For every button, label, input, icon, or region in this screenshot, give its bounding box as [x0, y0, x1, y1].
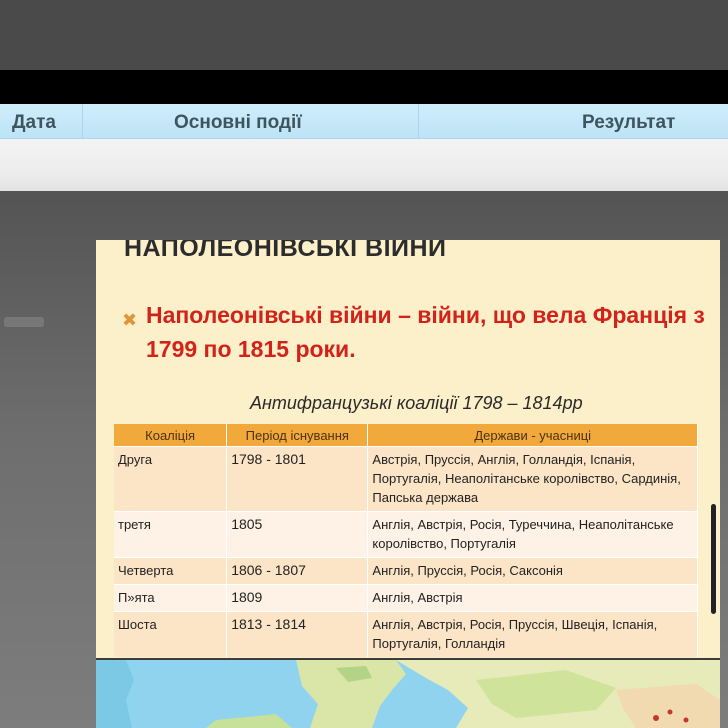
cell-coalition: третя: [114, 511, 228, 558]
table-row: Четверта 1806 - 1807 Англія, Пруссія, Ро…: [114, 557, 698, 585]
table-row: третя 1805 Англія, Австрія, Росія, Туреч…: [114, 511, 698, 558]
cell-states: Англія, Австрія, Росія, Туреччина, Неапо…: [367, 511, 698, 558]
header-main-events: Основні події: [174, 112, 302, 133]
column-header-period: Період існування: [226, 424, 369, 447]
table-row: Шоста 1813 - 1814 Англія, Австрія, Росія…: [114, 611, 698, 657]
cell-period: 1809: [226, 584, 369, 612]
top-gray-bar: [0, 0, 728, 70]
column-header-states: Держави - учасниці: [367, 424, 698, 447]
map-graphic: [96, 660, 720, 728]
cell-states: Англія, Австрія, Росія, Пруссія, Швеція,…: [367, 611, 698, 657]
table-row: П»ята 1809 Англія, Австрія: [114, 584, 698, 612]
cell-coalition: П»ята: [114, 584, 228, 612]
cell-states: Англія, Пруссія, Росія, Саксонія: [367, 557, 698, 585]
cell-coalition: Друга: [114, 446, 228, 512]
background-table-row: [0, 139, 728, 327]
europe-map-image: [96, 660, 720, 728]
cell-coalition: Шоста: [114, 611, 228, 657]
slide-bullet-text: Наполеонівські війни – війни, що вела Фр…: [146, 302, 705, 362]
cell-period: 1798 - 1801: [226, 446, 369, 512]
table-row: Друга 1798 - 1801 Австрія, Пруссія, Англ…: [114, 446, 698, 512]
table-caption: Антифранцузькі коаліції 1798 – 1814рр: [250, 393, 583, 413]
header-date: Дата: [12, 112, 56, 133]
table-header-row: Коаліція Період існування Держави - учас…: [114, 424, 698, 447]
cell-period: 1806 - 1807: [226, 557, 369, 585]
bullet-icon: ✖: [122, 310, 138, 330]
header-divider: [418, 104, 419, 138]
cell-states: Англія, Австрія: [367, 584, 698, 612]
scrollbar-thumb[interactable]: [711, 504, 716, 614]
slide: НАПОЛЕОНІВСЬКІ ВІЙНИ ✖ Наполеонівські ві…: [96, 240, 720, 658]
column-header-coalition: Коаліція: [114, 424, 228, 447]
cell-period: 1813 - 1814: [226, 611, 369, 657]
cell-states: Австрія, Пруссія, Англія, Голландія, Ісп…: [367, 446, 698, 512]
slide-title: НАПОЛЕОНІВСЬКІ ВІЙНИ: [124, 240, 447, 262]
cell-coalition: Четверта: [114, 557, 228, 585]
background-table-header: Дата Основні події Результат: [0, 104, 728, 139]
blurred-text: [4, 317, 44, 327]
coalitions-table: Коаліція Період існування Держави - учас…: [114, 424, 698, 657]
cell-period: 1805: [226, 511, 369, 558]
header-result: Результат: [582, 112, 676, 133]
header-divider: [82, 104, 83, 138]
black-band: [0, 70, 728, 104]
